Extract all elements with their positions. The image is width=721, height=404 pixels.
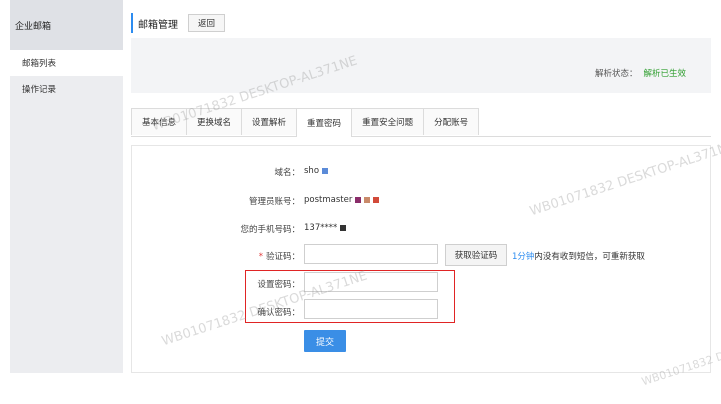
domain-label: 域名： <box>274 168 300 178</box>
tab-set-dns[interactable]: 设置解析 <box>241 108 298 135</box>
masked-text-icon <box>322 167 329 174</box>
title-accent-bar <box>131 13 133 33</box>
sidebar-header: 企业邮箱 <box>10 0 123 50</box>
masked-text-icon <box>364 196 371 203</box>
sidebar-item-mailbox-list[interactable]: 邮箱列表 <box>10 50 123 76</box>
page-title: 邮箱管理 <box>138 19 178 31</box>
domain-value: sho <box>304 166 329 176</box>
masked-text-icon <box>340 224 347 231</box>
tab-reset-password[interactable]: 重置密码 <box>296 108 353 137</box>
submit-button[interactable]: 提交 <box>304 330 346 352</box>
admin-account-value: postmaster <box>304 195 380 205</box>
dns-status-label: 解析状态： <box>594 69 638 79</box>
dns-status: 解析状态： 解析已生效 <box>595 67 686 79</box>
admin-account-label: 管理员账号： <box>248 197 300 207</box>
tab-assign-account[interactable]: 分配账号 <box>423 108 480 135</box>
verification-code-input[interactable] <box>304 244 438 264</box>
tab-bar: 基本信息 更换域名 设置解析 重置密码 重置安全问题 分配账号 <box>131 108 711 137</box>
masked-text-icon <box>355 196 362 203</box>
sidebar: 企业邮箱 邮箱列表 操作记录 <box>10 0 123 373</box>
sidebar-item-operation-log[interactable]: 操作记录 <box>10 76 123 102</box>
code-hint: 1分钟内没有收到短信，可重新获取 <box>512 252 645 262</box>
get-code-button[interactable]: 获取验证码 <box>445 244 507 266</box>
tab-basic-info[interactable]: 基本信息 <box>131 108 188 135</box>
main-content: 邮箱管理 返回 解析状态： 解析已生效 基本信息 更换域名 设置解析 重置密码 重… <box>131 0 711 373</box>
back-button[interactable]: 返回 <box>188 14 226 32</box>
tab-change-domain[interactable]: 更换域名 <box>186 108 243 135</box>
masked-text-icon <box>373 196 380 203</box>
tab-reset-security-question[interactable]: 重置安全问题 <box>351 108 425 135</box>
verification-code-label: * 验证码： <box>258 252 300 262</box>
code-hint-time: 1分钟 <box>512 252 535 262</box>
highlight-box <box>245 270 455 323</box>
phone-label: 您的手机号码： <box>240 225 300 235</box>
title-bar: 邮箱管理 返回 <box>131 12 226 34</box>
status-panel <box>131 38 711 93</box>
required-mark: * <box>258 252 263 262</box>
phone-value: 137**** <box>304 223 347 233</box>
reset-password-form: 域名： sho 管理员账号： postmaster 您的手机号码： 137***… <box>131 145 711 373</box>
dns-status-value: 解析已生效 <box>643 69 686 79</box>
